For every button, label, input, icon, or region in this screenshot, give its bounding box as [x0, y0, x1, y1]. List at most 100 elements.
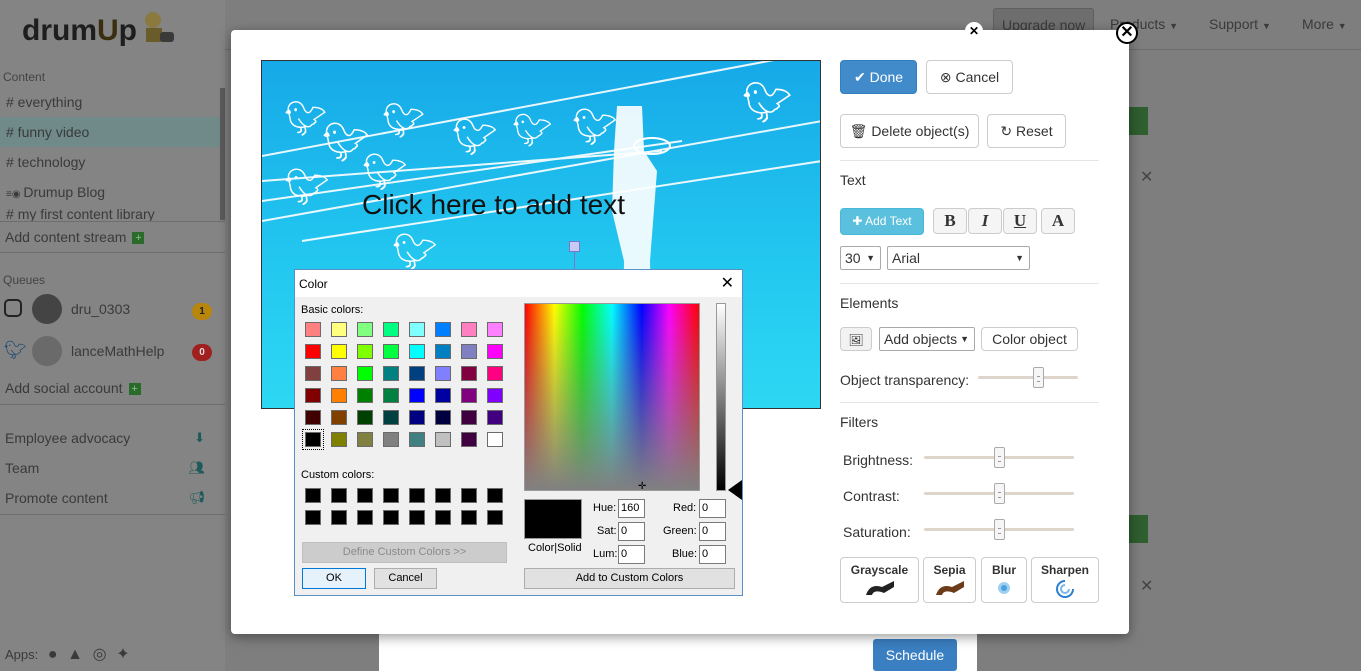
color-swatch[interactable] [409, 432, 425, 447]
text-color-button[interactable]: A [1041, 208, 1075, 234]
delete-objects-button[interactable]: 🗑︎ Delete object(s) [840, 114, 979, 148]
color-swatch[interactable] [305, 488, 321, 503]
stream-everything[interactable]: # everything [0, 87, 222, 117]
color-object-button[interactable]: Color object [981, 327, 1078, 351]
color-swatch[interactable] [435, 432, 451, 447]
bold-button[interactable]: B [933, 208, 967, 234]
color-swatch[interactable] [487, 322, 503, 337]
add-objects-select[interactable]: Add objects ▼ [879, 327, 975, 351]
saturation-handle[interactable] [994, 519, 1005, 540]
color-swatch[interactable] [331, 322, 347, 337]
color-swatch[interactable] [357, 388, 373, 403]
color-swatch[interactable] [409, 366, 425, 381]
close-icon[interactable]: ✕ [965, 22, 983, 40]
color-swatch[interactable] [357, 488, 373, 503]
promote-content-link[interactable]: Promote content [5, 490, 108, 506]
grayscale-filter-button[interactable]: Grayscale [840, 557, 919, 603]
color-swatch[interactable] [383, 510, 399, 525]
stream-technology[interactable]: # technology [0, 147, 222, 177]
color-swatch[interactable] [357, 366, 373, 381]
luminosity-bar[interactable] [716, 303, 726, 491]
sepia-filter-button[interactable]: Sepia [923, 557, 976, 603]
add-to-custom-colors-button[interactable]: Add to Custom Colors [524, 568, 735, 589]
android-icon[interactable]: ▲ [67, 646, 83, 664]
color-swatch[interactable] [331, 432, 347, 447]
color-swatch[interactable] [357, 432, 373, 447]
color-swatch[interactable] [331, 510, 347, 525]
schedule-button[interactable]: Schedule [873, 639, 957, 671]
color-swatch[interactable] [435, 322, 451, 337]
slack-icon[interactable]: ✦ [116, 644, 129, 664]
italic-button[interactable]: I [968, 208, 1002, 234]
color-swatch[interactable] [409, 510, 425, 525]
object-transparency-handle[interactable] [1033, 367, 1044, 388]
object-transparency-slider[interactable] [978, 376, 1078, 379]
color-swatch[interactable] [383, 366, 399, 381]
stream-funny-video[interactable]: # funny video [0, 117, 222, 147]
color-swatch[interactable] [435, 488, 451, 503]
modal-close-button[interactable]: ✕ [1116, 22, 1138, 44]
green-field[interactable]: 0 [699, 522, 726, 541]
color-swatch[interactable] [487, 366, 503, 381]
close-icon[interactable]: ✕ [721, 273, 734, 293]
color-swatch[interactable] [305, 410, 321, 425]
color-swatch[interactable] [461, 344, 477, 359]
color-swatch[interactable] [461, 322, 477, 337]
color-swatch[interactable] [487, 432, 503, 447]
color-swatch[interactable] [383, 388, 399, 403]
color-swatch[interactable] [357, 410, 373, 425]
color-swatch[interactable] [409, 488, 425, 503]
chrome-icon[interactable]: ◎ [93, 644, 107, 664]
color-swatch[interactable] [383, 410, 399, 425]
contrast-handle[interactable] [994, 483, 1005, 504]
color-swatch[interactable] [461, 410, 477, 425]
close-icon[interactable]: ✕ [1140, 576, 1153, 596]
stream-drumup-blog[interactable]: ≡◉ Drumup Blog [0, 177, 222, 207]
add-text-button[interactable]: ✚ Add Text [840, 208, 924, 235]
color-swatch[interactable] [357, 322, 373, 337]
rotate-handle[interactable] [569, 241, 580, 252]
canvas-text-object[interactable]: Click here to add text [362, 189, 625, 221]
color-swatch[interactable] [383, 344, 399, 359]
color-swatch[interactable] [305, 344, 321, 359]
color-swatch[interactable] [435, 344, 451, 359]
done-button[interactable]: ✔︎ Done [840, 60, 917, 94]
dialog-titlebar[interactable]: Color ✕ [295, 270, 742, 297]
more-menu[interactable]: More ▼ [1294, 8, 1355, 40]
color-swatch[interactable] [461, 510, 477, 525]
blue-field[interactable]: 0 [699, 545, 726, 564]
add-image-button[interactable]: 🖼︎ [840, 327, 872, 351]
employee-advocacy-link[interactable]: Employee advocacy [5, 430, 130, 446]
color-swatch[interactable] [487, 410, 503, 425]
color-swatch[interactable] [409, 344, 425, 359]
add-social-account-link[interactable]: Add social account + [5, 380, 141, 396]
color-swatch[interactable] [331, 410, 347, 425]
color-swatch[interactable] [383, 432, 399, 447]
blur-filter-button[interactable]: Blur [981, 557, 1027, 603]
underline-button[interactable]: U [1003, 208, 1037, 234]
color-swatch[interactable] [331, 388, 347, 403]
stream-library[interactable]: # my first content library [0, 207, 222, 221]
ok-button[interactable]: OK [302, 568, 366, 589]
color-swatch[interactable] [409, 388, 425, 403]
color-swatch[interactable] [435, 388, 451, 403]
spectrum-crosshair-icon[interactable]: ✛ [638, 481, 646, 492]
color-swatch[interactable] [461, 366, 477, 381]
color-swatch[interactable] [461, 432, 477, 447]
font-size-select[interactable]: 30 ▼ [840, 246, 881, 270]
reset-button[interactable]: ↻ Reset [987, 114, 1066, 148]
lum-field[interactable]: 0 [618, 545, 645, 564]
sat-field[interactable]: 0 [618, 522, 645, 541]
support-menu[interactable]: Support ▼ [1201, 8, 1279, 40]
color-swatch[interactable] [383, 488, 399, 503]
apple-icon[interactable]: ● [48, 646, 58, 664]
cancel-button[interactable]: ⊗ Cancel [926, 60, 1013, 94]
color-swatch[interactable] [487, 510, 503, 525]
color-swatch[interactable] [487, 344, 503, 359]
color-swatch[interactable] [409, 410, 425, 425]
hue-field[interactable]: 160 [618, 499, 645, 518]
color-swatch[interactable] [461, 388, 477, 403]
color-swatch[interactable] [305, 510, 321, 525]
color-swatch[interactable] [409, 322, 425, 337]
close-icon[interactable]: ✕ [1140, 167, 1153, 187]
